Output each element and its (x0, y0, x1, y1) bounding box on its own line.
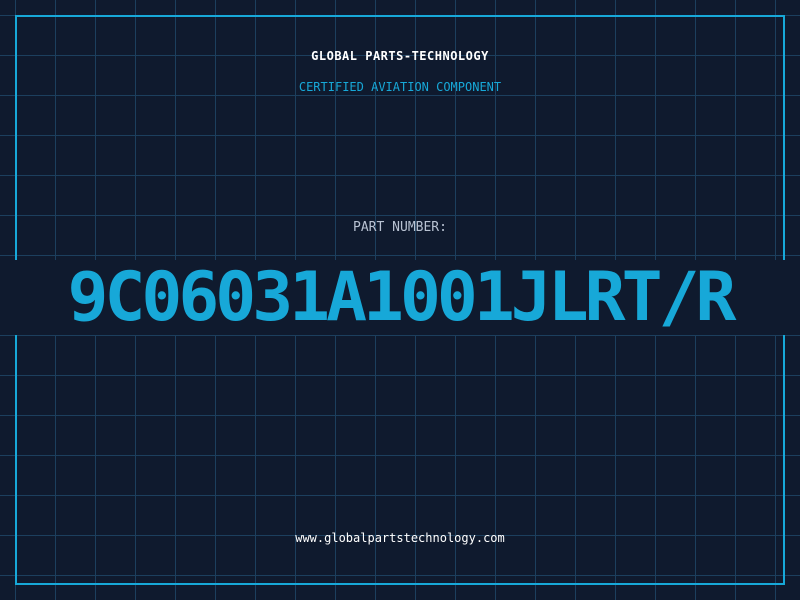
website-url: www.globalpartstechnology.com (295, 531, 505, 545)
part-number-value: 9C06031A1001JLRT/R (67, 260, 737, 335)
part-number-label: PART NUMBER: (353, 220, 447, 235)
certification-subtitle: CERTIFIED AVIATION COMPONENT (298, 80, 502, 94)
part-label-card: GLOBAL PARTS-TECHNOLOGY CERTIFIED AVIATI… (0, 0, 800, 600)
company-name: GLOBAL PARTS-TECHNOLOGY (311, 49, 489, 63)
part-number-band: 9C06031A1001JLRT/R (0, 260, 800, 335)
